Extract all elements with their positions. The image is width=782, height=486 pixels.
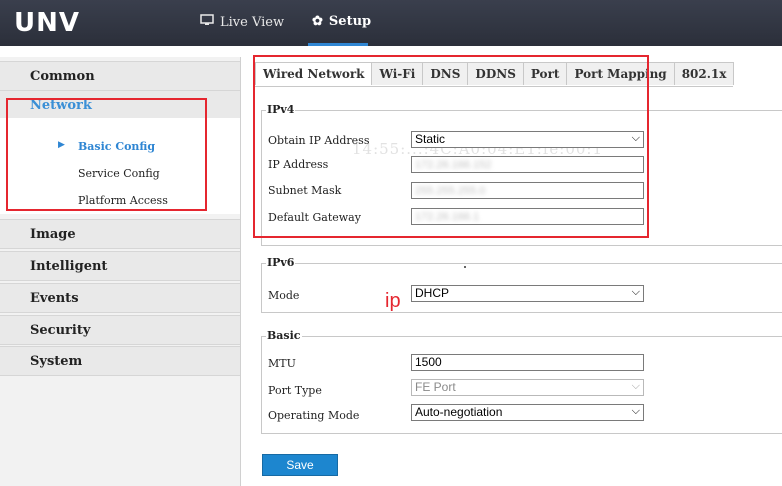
nav-live-view[interactable]: Live View xyxy=(200,14,284,30)
basic-legend: Basic xyxy=(266,329,302,342)
sidebar-item-intelligent[interactable]: Intelligent xyxy=(0,251,240,281)
nav-setup-label: Setup xyxy=(328,14,372,29)
operating-mode-select[interactable]: Auto-negotiation ⌵ xyxy=(411,404,644,421)
chevron-down-icon: ⌵ xyxy=(631,380,640,392)
sidebar-item-image[interactable]: Image xyxy=(0,219,240,249)
sidebar-item-security[interactable]: Security xyxy=(0,315,240,345)
sidebar-item-common[interactable]: Common xyxy=(0,61,240,91)
ipv6-legend: IPv6 xyxy=(266,256,296,269)
chevron-down-icon: ⌵ xyxy=(631,405,640,417)
stray-dot xyxy=(464,266,466,268)
mtu-field[interactable]: 1500 xyxy=(411,354,644,371)
operating-mode-label: Operating Mode xyxy=(268,409,360,422)
ip-annotation-text: ip xyxy=(385,290,401,312)
ipv6-mode-select[interactable]: DHCP ⌵ xyxy=(411,285,644,302)
ipv6-mode-label: Mode xyxy=(268,289,300,302)
port-type-select: FE Port ⌵ xyxy=(411,379,644,396)
nav-live-view-label: Live View xyxy=(220,14,285,30)
unv-logo: UNV xyxy=(14,8,80,38)
tab-8021x[interactable]: 802.1x xyxy=(673,62,735,85)
chevron-down-icon: ⌵ xyxy=(631,286,640,298)
red-highlight-ipv4-settings xyxy=(253,55,649,238)
mtu-value: 1500 xyxy=(415,355,442,369)
gear-icon: ✿ xyxy=(312,14,323,29)
sidebar-item-system[interactable]: System xyxy=(0,346,240,376)
monitor-icon xyxy=(200,14,214,30)
save-button[interactable]: Save xyxy=(262,454,338,476)
ipv6-mode-value: DHCP xyxy=(415,286,450,300)
operating-mode-value: Auto-negotiation xyxy=(415,405,503,419)
top-bar: UNV Live View ✿ Setup xyxy=(0,0,782,46)
port-type-value: FE Port xyxy=(415,380,456,394)
nav-setup[interactable]: ✿ Setup xyxy=(312,14,371,29)
red-highlight-network-menu xyxy=(6,98,207,211)
mtu-label: MTU xyxy=(268,357,296,370)
port-type-label: Port Type xyxy=(268,384,322,397)
nav-active-indicator xyxy=(308,43,368,46)
sidebar-item-events[interactable]: Events xyxy=(0,283,240,313)
